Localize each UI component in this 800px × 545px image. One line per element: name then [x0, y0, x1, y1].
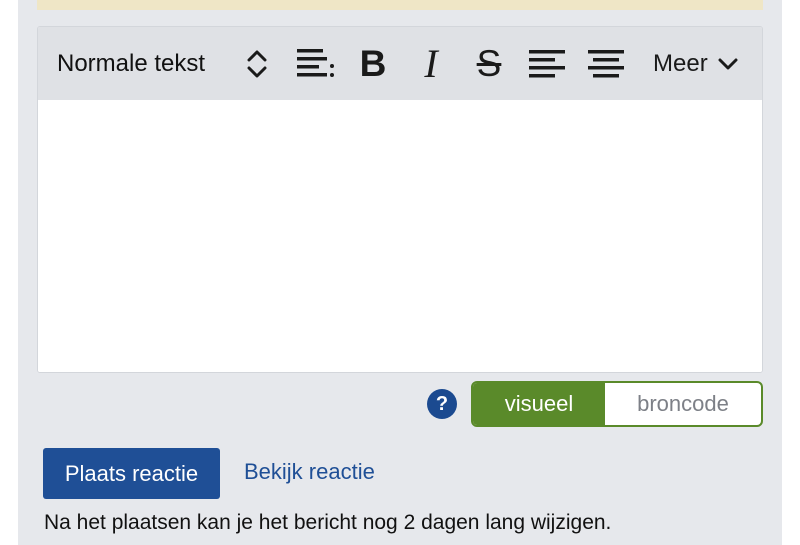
align-center-icon[interactable] — [587, 27, 625, 100]
post-reply-button[interactable]: Plaats reactie — [43, 448, 220, 499]
rich-text-editor: Normale tekst B I S Meer — [37, 26, 763, 373]
notice-strip — [37, 0, 763, 10]
text-style-select[interactable]: Normale tekst — [57, 27, 205, 100]
preview-reply-link[interactable]: Bekijk reactie — [244, 459, 375, 485]
text-style-label: Normale tekst — [57, 49, 206, 77]
editor-mode-toggle: visueel broncode — [471, 381, 763, 427]
more-label: Meer — [653, 49, 708, 77]
bold-button[interactable]: B — [356, 27, 390, 100]
align-left-icon[interactable] — [528, 27, 566, 100]
strikethrough-icon: S — [476, 42, 502, 84]
strikethrough-button[interactable]: S — [472, 27, 506, 100]
editor-content-area[interactable] — [38, 100, 762, 372]
source-mode-button[interactable]: broncode — [605, 383, 761, 425]
bold-icon: B — [359, 42, 387, 84]
help-label: ? — [435, 392, 449, 415]
chevron-down-icon — [718, 58, 738, 69]
more-menu-button[interactable]: Meer — [653, 27, 738, 100]
italic-icon: I — [424, 41, 438, 86]
chevron-up-down-icon[interactable] — [242, 27, 272, 100]
visual-mode-button[interactable]: visueel — [473, 383, 605, 425]
list-indent-icon[interactable] — [295, 27, 335, 100]
edit-window-hint: Na het plaatsen kan je het bericht nog 2… — [44, 511, 612, 534]
help-icon[interactable]: ? — [427, 389, 457, 419]
italic-button[interactable]: I — [416, 27, 446, 100]
editor-toolbar: Normale tekst B I S Meer — [38, 27, 762, 100]
